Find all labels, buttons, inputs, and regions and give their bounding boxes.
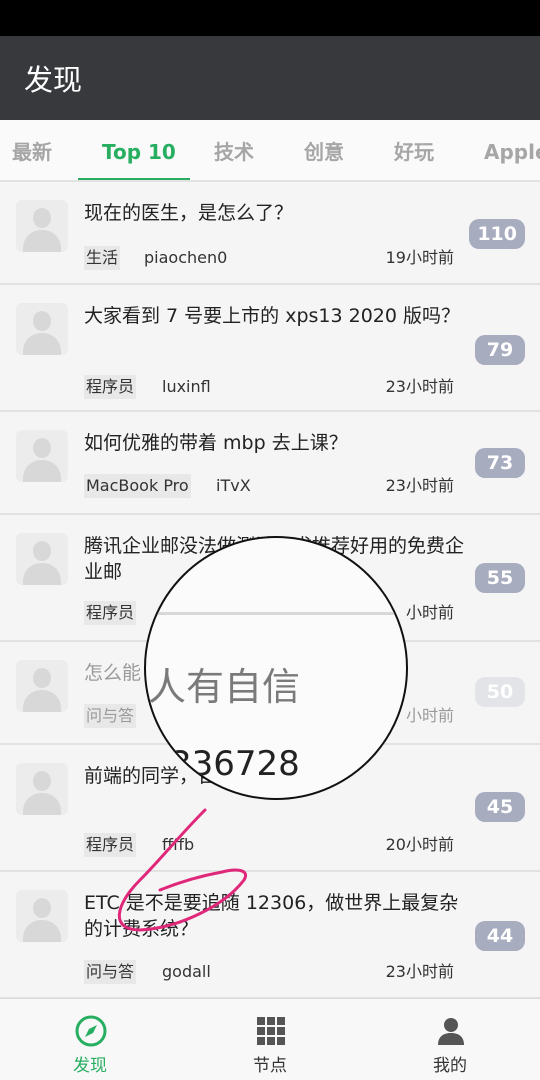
- reply-count-badge: 50: [475, 677, 525, 707]
- grid-icon: [257, 1017, 285, 1045]
- tab-tech[interactable]: 技术: [214, 120, 254, 180]
- avatar[interactable]: [16, 533, 68, 585]
- list-item[interactable]: 大家看到 7 号要上市的 xps13 2020 版吗？ 程序员 luxinfl …: [0, 285, 540, 412]
- post-time: 23小时前: [385, 377, 454, 396]
- author-name[interactable]: ffffb: [162, 833, 194, 857]
- list-item[interactable]: 如何优雅的带着 mbp 去上课？ MacBook Pro iTvX 23小时前 …: [0, 412, 540, 515]
- avatar[interactable]: [16, 763, 68, 815]
- nav-discover[interactable]: 发现: [30, 999, 150, 1080]
- tab-creative[interactable]: 创意: [304, 120, 344, 180]
- node-tag[interactable]: 问与答: [84, 960, 137, 984]
- compass-icon: [75, 1015, 107, 1047]
- tab-top10[interactable]: Top 10: [102, 120, 176, 180]
- nav-nodes[interactable]: 节点: [210, 999, 330, 1080]
- node-tag[interactable]: 程序员: [84, 833, 137, 857]
- author-name[interactable]: piaochen0: [144, 246, 227, 270]
- reply-count-badge: 55: [475, 563, 525, 593]
- post-time: 小时前: [405, 603, 454, 622]
- page-title: 发现: [24, 63, 83, 97]
- tab-latest[interactable]: 最新: [12, 120, 52, 180]
- topic-title: 现在的医生，是怎么了？: [84, 202, 294, 224]
- reply-count-badge: 79: [475, 335, 525, 365]
- topic-meta: 问与答 godall 23小时前: [84, 960, 454, 984]
- node-tag[interactable]: 程序员: [84, 375, 137, 399]
- topic-meta: 程序员 ffffb 20小时前: [84, 833, 454, 857]
- reply-count-badge: 44: [475, 921, 525, 951]
- topic-meta: 程序员 luxinfl 23小时前: [84, 375, 454, 399]
- reply-count-badge: 73: [475, 448, 525, 478]
- person-icon: [438, 1018, 464, 1045]
- node-tag[interactable]: 生活: [84, 246, 121, 270]
- avatar[interactable]: [16, 890, 68, 942]
- topic-title: 大家看到 7 号要上市的 xps13 2020 版吗？: [84, 305, 461, 327]
- avatar[interactable]: [16, 303, 68, 355]
- topic-title: ETC 是不是要追随 12306，做世界上最复杂的计费系统？: [84, 892, 459, 940]
- post-time: 20小时前: [385, 835, 454, 854]
- magnifier-divider: [146, 612, 406, 615]
- magnifier-number: 336728: [170, 744, 300, 784]
- node-tag[interactable]: MacBook Pro: [84, 474, 191, 498]
- reply-count-badge: 110: [469, 219, 525, 249]
- tab-bar: 最新 Top 10 技术 创意 好玩 Apple: [0, 120, 540, 182]
- topic-title: 如何优雅的带着 mbp 去上课？: [84, 432, 348, 454]
- avatar[interactable]: [16, 430, 68, 482]
- nav-label-me: 我的: [433, 1056, 467, 1076]
- tab-apple[interactable]: Apple: [484, 120, 540, 180]
- post-time: 23小时前: [385, 476, 454, 495]
- nav-me[interactable]: 我的: [390, 999, 510, 1080]
- nav-label-nodes: 节点: [253, 1056, 287, 1076]
- magnifier-text: 人有自信: [148, 665, 301, 709]
- status-bar: [0, 0, 540, 36]
- list-item[interactable]: ETC 是不是要追随 12306，做世界上最复杂的计费系统？ 问与答 godal…: [0, 872, 540, 999]
- post-time: 小时前: [405, 706, 454, 725]
- author-name[interactable]: godall: [162, 960, 211, 984]
- app-bar: 发现: [0, 36, 540, 120]
- reply-count-badge: 45: [475, 792, 525, 822]
- post-time: 23小时前: [385, 962, 454, 981]
- list-item[interactable]: 现在的医生，是怎么了？ 生活 piaochen0 19小时前 110: [0, 182, 540, 285]
- bottom-nav: 发现 节点 我的: [0, 998, 540, 1080]
- topic-meta: 生活 piaochen0 19小时前: [84, 246, 454, 270]
- node-tag[interactable]: 程序员: [84, 601, 137, 625]
- avatar[interactable]: [16, 200, 68, 252]
- avatar[interactable]: [16, 660, 68, 712]
- tab-fun[interactable]: 好玩: [394, 120, 434, 180]
- post-time: 19小时前: [385, 248, 454, 267]
- author-name[interactable]: iTvX: [216, 474, 251, 498]
- nav-label-discover: 发现: [73, 1056, 107, 1076]
- topic-meta: MacBook Pro iTvX 23小时前: [84, 474, 454, 498]
- node-tag[interactable]: 问与答: [84, 704, 137, 728]
- magnifier-overlay: 人有自信 336728: [144, 536, 408, 800]
- author-name[interactable]: luxinfl: [162, 375, 211, 399]
